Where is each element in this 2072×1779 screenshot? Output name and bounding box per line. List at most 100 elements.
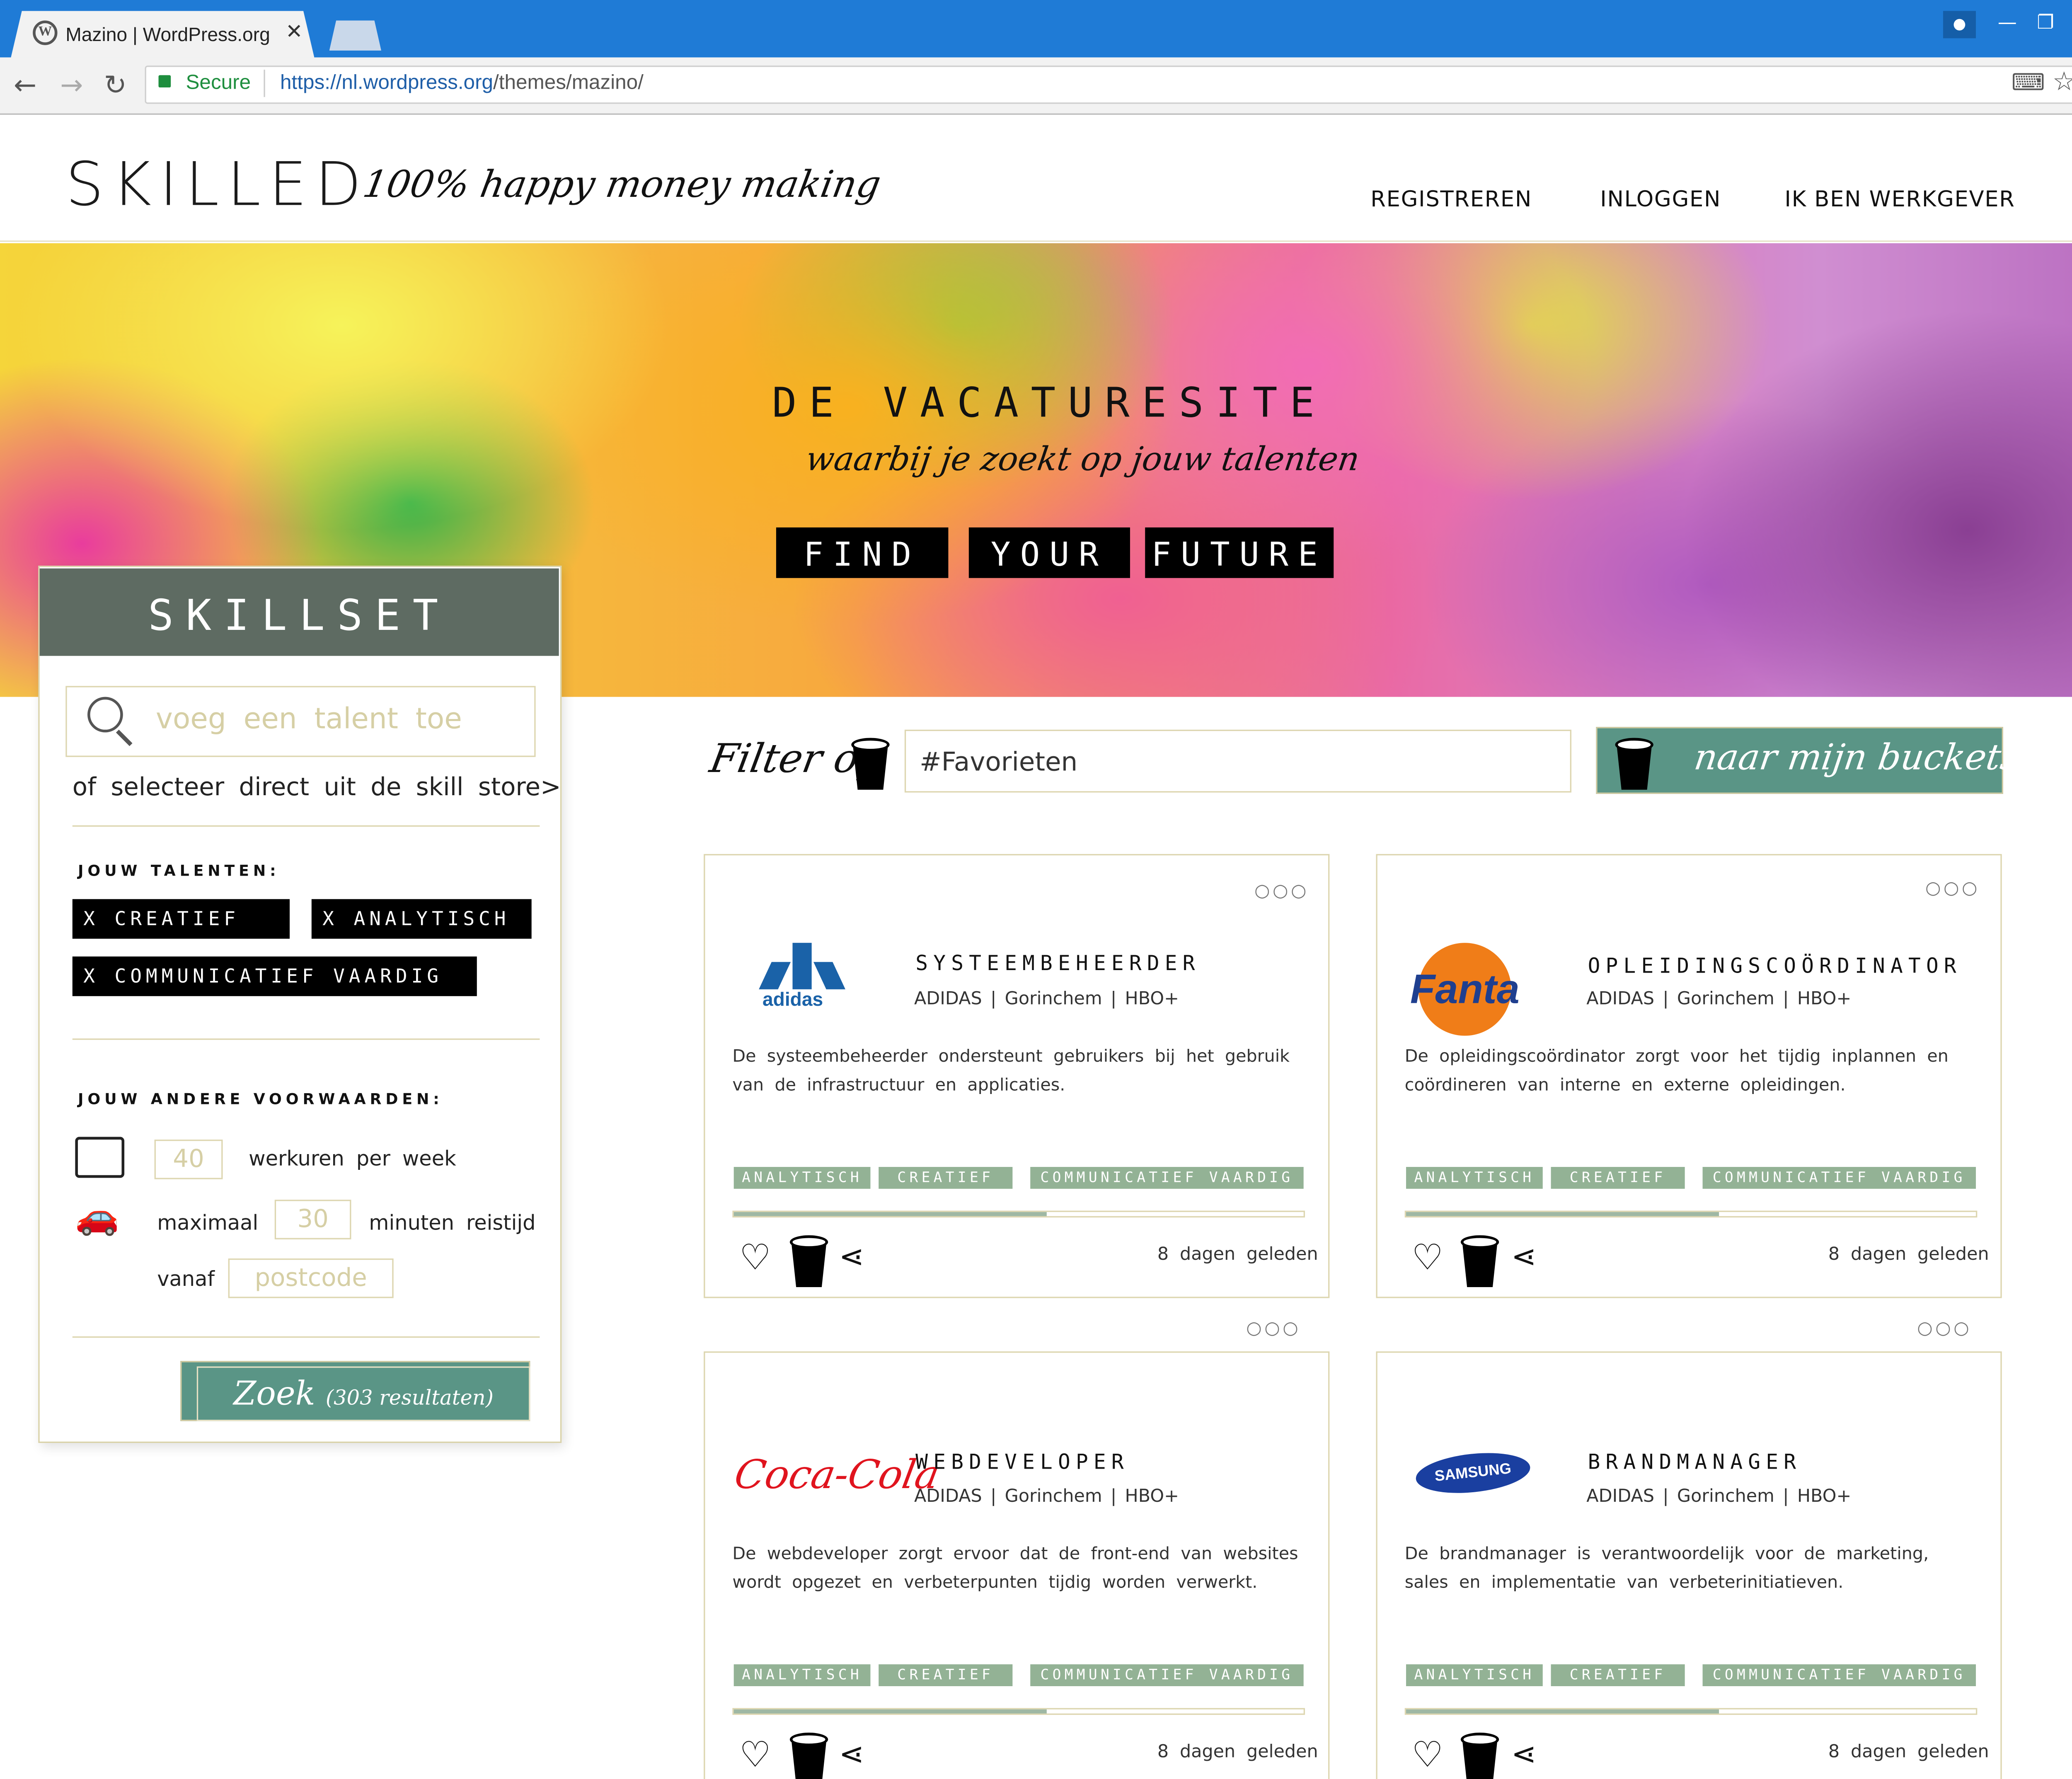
nav-registreren[interactable]: REGISTREREN [1370,186,1532,212]
job-meta: ADIDAS | Gorinchem | HBO+ [1586,1486,1852,1508]
share-icon[interactable]: ⋖ [1511,1738,1537,1772]
hero-title: DE VACATURESITE [772,380,1327,428]
conditions-label: JOUW ANDERE VOORWAARDEN: [77,1090,443,1109]
restore-icon[interactable]: ❐ [2022,11,2069,38]
bucket-icon-rim [1460,1733,1499,1747]
logo-text: Fanta [1410,967,1520,1013]
posted-date: 8 dagen geleden [1157,1742,1318,1763]
tag-analytisch: ANALYTISCH [733,1167,871,1189]
job-meta: ADIDAS | Gorinchem | HBO+ [914,1486,1179,1508]
posted-date: 8 dagen geleden [1828,1742,1989,1763]
heart-icon[interactable]: ♡ [739,1738,771,1774]
translate-icon[interactable]: ⌨ [2011,70,2045,97]
search-button-label[interactable]: Zoek (303 resultaten) [196,1366,530,1421]
reload-icon[interactable]: ↻ [104,68,127,101]
card-menu-icon[interactable]: ○○○ [1917,1319,1972,1339]
progress-fill [733,1212,1047,1216]
skillset-title: SKILLSET [39,568,559,656]
progress-fill [1406,1212,1720,1216]
job-title[interactable]: OPLEIDINGSCOÖRDINATOR [1588,954,1962,978]
bucket-icon-rim [789,1235,828,1249]
secure-label: Secure [186,71,251,94]
my-buckets-label[interactable]: naar mijn buckets > [1692,738,2063,779]
job-description: De webdeveloper zorgt ervoor dat de fron… [732,1542,1298,1592]
job-meta: ADIDAS | Gorinchem | HBO+ [1586,989,1852,1010]
results-count: (303 resultaten) [325,1385,494,1410]
site-logo[interactable]: SKILLED [65,150,370,220]
talent-search-placeholder: voeg een talent toe [155,702,462,736]
forward-icon[interactable]: → [60,68,83,101]
fanta-logo: Fanta [1410,943,1533,1036]
share-icon[interactable]: ⋖ [1511,1241,1537,1275]
new-tab-button[interactable] [329,20,381,51]
card-menu-icon[interactable]: ○○○ [1254,881,1309,902]
progress-bar [1404,1708,1978,1715]
hero-word-your: YOUR [968,527,1130,578]
tag-communicatief: COMMUNICATIEF VAARDIG [1702,1167,1976,1189]
tag-creatief: CREATIEF [879,1664,1013,1686]
hero-word-future: FUTURE [1145,527,1334,578]
card-menu-icon[interactable]: ○○○ [1246,1319,1301,1339]
job-description: De systeembeheerder ondersteunt gebruike… [732,1045,1290,1095]
share-icon[interactable]: ⋖ [839,1738,864,1772]
card-menu-icon[interactable]: ○○○ [1925,879,1980,899]
tag-creatief: CREATIEF [1551,1167,1685,1189]
site-tagline: 100% happy money making [360,164,884,206]
share-icon[interactable]: ⋖ [839,1241,864,1275]
tag-analytisch: ANALYTISCH [733,1664,871,1686]
url-host: https://nl.wordpress.org [280,71,494,94]
talent-chip-creatief[interactable]: X CREATIEF [72,899,290,939]
back-icon[interactable]: ← [14,68,36,101]
hero-word-find: FIND [776,527,949,578]
progress-bar [732,1708,1305,1715]
talent-chip-analytisch[interactable]: X ANALYTISCH [311,899,532,939]
divider [72,1336,540,1338]
heart-icon[interactable]: ♡ [1411,1241,1443,1276]
car-clock-icon: 🚗 [75,1197,120,1238]
job-title[interactable]: SYSTEEMBEHEERDER [915,951,1201,975]
progress-bar [732,1210,1305,1217]
tag-analytisch: ANALYTISCH [1406,1167,1543,1189]
bucket-icon-rim [851,738,890,752]
progress-bar [1404,1210,1978,1217]
heart-icon[interactable]: ♡ [1411,1738,1443,1774]
user-profile-icon[interactable]: ● [1943,11,1976,39]
travel-text: minuten reistijd [369,1210,536,1235]
divider [72,1038,540,1040]
bucket-icon-rim [1615,738,1653,752]
tag-creatief: CREATIEF [1551,1664,1685,1686]
job-title[interactable]: BRANDMANAGER [1588,1450,1802,1474]
address-separator [264,70,265,97]
coca-cola-logo: Coca-Cola [731,1451,943,1498]
tag-communicatief: COMMUNICATIEF VAARDIG [1030,1664,1304,1686]
filter-input[interactable]: #Favorieten [904,729,1572,793]
search-button-text: Zoek [233,1375,315,1413]
bucket-icon-rim [1460,1235,1499,1249]
nav-werkgever[interactable]: IK BEN WERKGEVER [1784,186,2015,212]
url-path: /themes/mazino/ [493,71,644,94]
wordpress-icon: W [33,20,58,45]
job-title[interactable]: WEBDEVELOPER [915,1450,1129,1474]
bookmark-star-icon[interactable]: ☆ [2053,67,2072,97]
job-meta: ADIDAS | Gorinchem | HBO+ [914,989,1179,1010]
divider [72,825,540,827]
progress-fill [733,1709,1047,1714]
skill-store-link[interactable]: of selecteer direct uit de skill store> [73,773,561,802]
from-text: vanaf [157,1266,215,1292]
adidas-logo: adidas [759,943,845,1010]
posted-date: 8 dagen geleden [1157,1244,1318,1266]
travel-time-input[interactable]: 30 [274,1200,351,1239]
search-icon [87,697,123,733]
tag-analytisch: ANALYTISCH [1406,1664,1543,1686]
url-text[interactable]: https://nl.wordpress.org/themes/mazino/ [280,71,644,94]
tag-communicatief: COMMUNICATIEF VAARDIG [1702,1664,1976,1686]
tab-close-icon[interactable]: ✕ [286,19,303,44]
heart-icon[interactable]: ♡ [739,1241,771,1276]
postcode-input[interactable]: postcode [228,1258,394,1298]
lock-icon [158,75,171,88]
progress-fill [1406,1709,1720,1714]
tab-title: Mazino | WordPress.org [65,23,270,45]
hours-input[interactable]: 40 [154,1140,223,1179]
talent-chip-communicatief[interactable]: X COMMUNICATIEF VAARDIG [72,956,477,996]
nav-inloggen[interactable]: INLOGGEN [1600,186,1721,212]
